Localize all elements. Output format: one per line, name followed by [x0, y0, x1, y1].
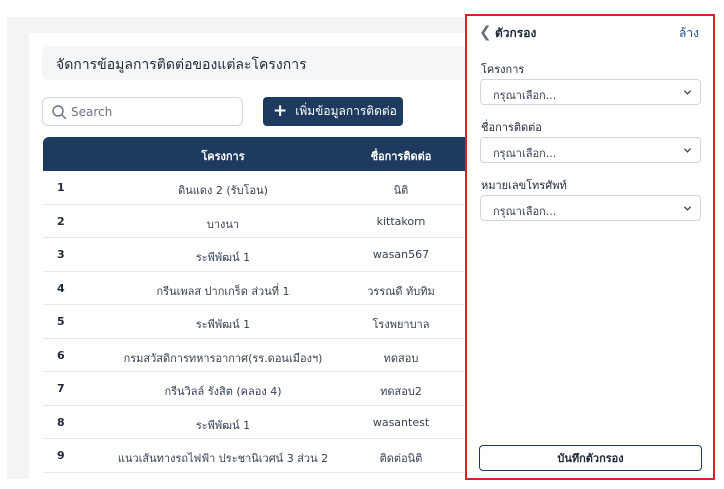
row-index: 6	[57, 348, 65, 362]
table-row[interactable]: 8 ระพีพัฒน์ 1 wasantest	[43, 406, 477, 439]
row-project: แนวเส้นทางรถไฟฟ้า ประชานิเวศน์ 3 ส่วน 2	[117, 452, 329, 465]
page-title-bar: จัดการข้อมูลการติดต่อของแต่ละโครงการ	[42, 46, 472, 80]
search-box[interactable]	[42, 97, 243, 126]
table-row[interactable]: 5 ระพีพัฒน์ 1 โรงพยาบาล	[43, 305, 477, 339]
row-index: 1	[57, 181, 65, 194]
clear-filter-link[interactable]: ล้าง	[679, 24, 699, 43]
add-contact-button[interactable]: + เพิ่มข้อมูลการติดต่อ	[263, 97, 403, 126]
table-row[interactable]: 9 แนวเส้นทางรถไฟฟ้า ประชานิเวศน์ 3 ส่วน …	[43, 439, 477, 473]
table-row[interactable]: 4 กรีนเพลส ปากเกร็ด ส่วนที่ 1 วรรณดี ทับ…	[43, 272, 477, 305]
page-title: จัดการข้อมูลการติดต่อของแต่ละโครงการ	[56, 57, 307, 73]
row-project: ระพีพัฒน์ 1	[195, 251, 251, 264]
project-select-value: กรุณาเลือก...	[493, 89, 557, 102]
filter-label-project: โครงการ	[481, 63, 525, 76]
row-project: กรมสวัสดิการทหารอากาศ(รร.ดอนเมืองฯ)	[123, 351, 323, 365]
phone-select-value: กรุณาเลือก...	[493, 205, 557, 218]
row-contact: kittakorn	[376, 214, 426, 228]
back-chevron-icon[interactable]: ❮	[479, 23, 492, 41]
row-project: ระพีพัฒน์ 1	[195, 418, 251, 432]
contacts-table: โครงการ ชื่อการติดต่อ 1 ดินแดง 2 (รับโอน…	[43, 137, 477, 473]
search-input[interactable]	[71, 102, 236, 122]
row-project: กรีนวิลล์ รังสิต (คลอง 4)	[164, 385, 282, 398]
row-contact: นิติ	[393, 184, 409, 197]
save-filter-button[interactable]: บันทึกตัวกรอง	[479, 445, 702, 471]
table-row[interactable]: 1 ดินแดง 2 (รับโอน) นิติ	[43, 171, 477, 205]
row-contact: ติดต่อนิติ	[379, 452, 423, 465]
table-row[interactable]: 2 บางนา kittakorn	[43, 205, 477, 238]
row-index: 4	[57, 281, 65, 295]
row-index: 2	[57, 214, 65, 228]
row-contact: วรรณดี ทับทิม	[367, 284, 435, 298]
row-index: 5	[57, 315, 65, 328]
filter-title: ตัวกรอง	[495, 26, 537, 40]
row-index: 7	[57, 382, 65, 395]
row-project: บางนา	[206, 217, 240, 231]
chevron-down-icon	[683, 90, 692, 95]
filter-panel: ❮ ตัวกรอง ล้าง โครงการ กรุณาเลือก... ชื่…	[465, 14, 715, 480]
row-project: กรีนเพลส ปากเกร็ด ส่วนที่ 1	[156, 284, 290, 298]
plus-icon: +	[273, 101, 288, 121]
search-icon	[52, 105, 67, 120]
chevron-down-icon	[683, 206, 692, 211]
row-contact: ทดสอบ2	[380, 385, 422, 398]
filter-label-contact: ชื่อการติดต่อ	[481, 121, 542, 134]
table-row[interactable]: 7 กรีนวิลล์ รังสิต (คลอง 4) ทดสอบ2	[43, 372, 477, 406]
column-header-project: โครงการ	[201, 150, 245, 163]
project-select[interactable]: กรุณาเลือก...	[480, 79, 701, 105]
row-project: ดินแดง 2 (รับโอน)	[178, 184, 268, 197]
chevron-down-icon	[683, 148, 692, 153]
table-header: โครงการ ชื่อการติดต่อ	[43, 137, 477, 171]
row-index: 9	[57, 449, 65, 462]
row-contact: ทดสอบ	[383, 351, 419, 365]
contact-select-value: กรุณาเลือก...	[493, 147, 557, 160]
contact-select[interactable]: กรุณาเลือก...	[480, 137, 701, 163]
row-contact: โรงพยาบาล	[372, 318, 430, 331]
table-row[interactable]: 3 ระพีพัฒน์ 1 wasan567	[43, 238, 477, 272]
row-index: 8	[57, 415, 65, 429]
table-row[interactable]: 6 กรมสวัสดิการทหารอากาศ(รร.ดอนเมืองฯ) ทด…	[43, 339, 477, 372]
row-project: ระพีพัฒน์ 1	[195, 318, 251, 331]
row-index: 3	[57, 248, 65, 261]
add-contact-label: เพิ่มข้อมูลการติดต่อ	[295, 104, 397, 118]
row-contact: wasan567	[372, 248, 430, 261]
phone-select[interactable]: กรุณาเลือก...	[480, 195, 701, 221]
column-header-contact: ชื่อการติดต่อ	[370, 150, 432, 163]
row-contact: wasantest	[372, 415, 430, 429]
filter-label-phone: หมายเลขโทรศัพท์	[481, 179, 567, 192]
